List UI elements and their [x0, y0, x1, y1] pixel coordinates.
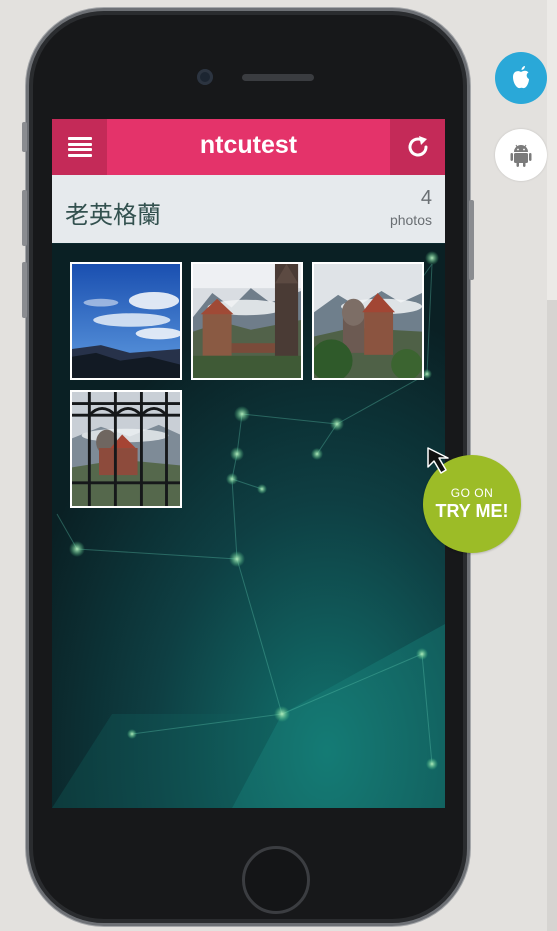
earpiece-speaker — [242, 74, 314, 81]
photo-thumbnail[interactable] — [70, 390, 182, 508]
photo-thumbnail[interactable] — [312, 262, 424, 380]
photo-2 — [193, 264, 301, 378]
photo-4 — [72, 392, 180, 506]
front-camera — [197, 69, 213, 85]
hamburger-icon — [67, 137, 92, 157]
mute-switch — [22, 122, 27, 152]
apple-icon — [513, 66, 529, 89]
phone-screen: ntcutest 老英格蘭 4 photos — [52, 119, 445, 808]
android-icon — [510, 144, 532, 167]
app-title: ntcutest — [199, 131, 298, 159]
refresh-button[interactable] — [390, 119, 445, 175]
home-button[interactable] — [242, 846, 310, 914]
photo-count: 4 — [420, 187, 432, 209]
album-name: 老英格蘭 — [65, 201, 161, 229]
photo-count-unit: photos — [389, 212, 432, 228]
refresh-icon — [408, 136, 427, 157]
menu-button[interactable] — [52, 119, 107, 175]
photo-thumbnail[interactable] — [70, 262, 182, 380]
album-header: 老英格蘭 4 photos — [52, 175, 445, 243]
photo-thumbnail[interactable] — [191, 262, 303, 380]
photo-1 — [72, 264, 180, 378]
try-me-small-label: GO ON — [450, 486, 494, 500]
app-header: ntcutest — [52, 119, 445, 175]
page-right-edge — [547, 0, 557, 931]
photo-3 — [314, 264, 422, 378]
volume-up-button — [22, 190, 27, 246]
cursor-arrow-icon — [427, 447, 449, 474]
volume-down-button — [22, 262, 27, 318]
try-me-big-label: TRY ME! — [435, 501, 509, 521]
android-button[interactable] — [495, 129, 547, 181]
ios-button[interactable] — [495, 52, 547, 104]
power-button — [469, 200, 474, 280]
